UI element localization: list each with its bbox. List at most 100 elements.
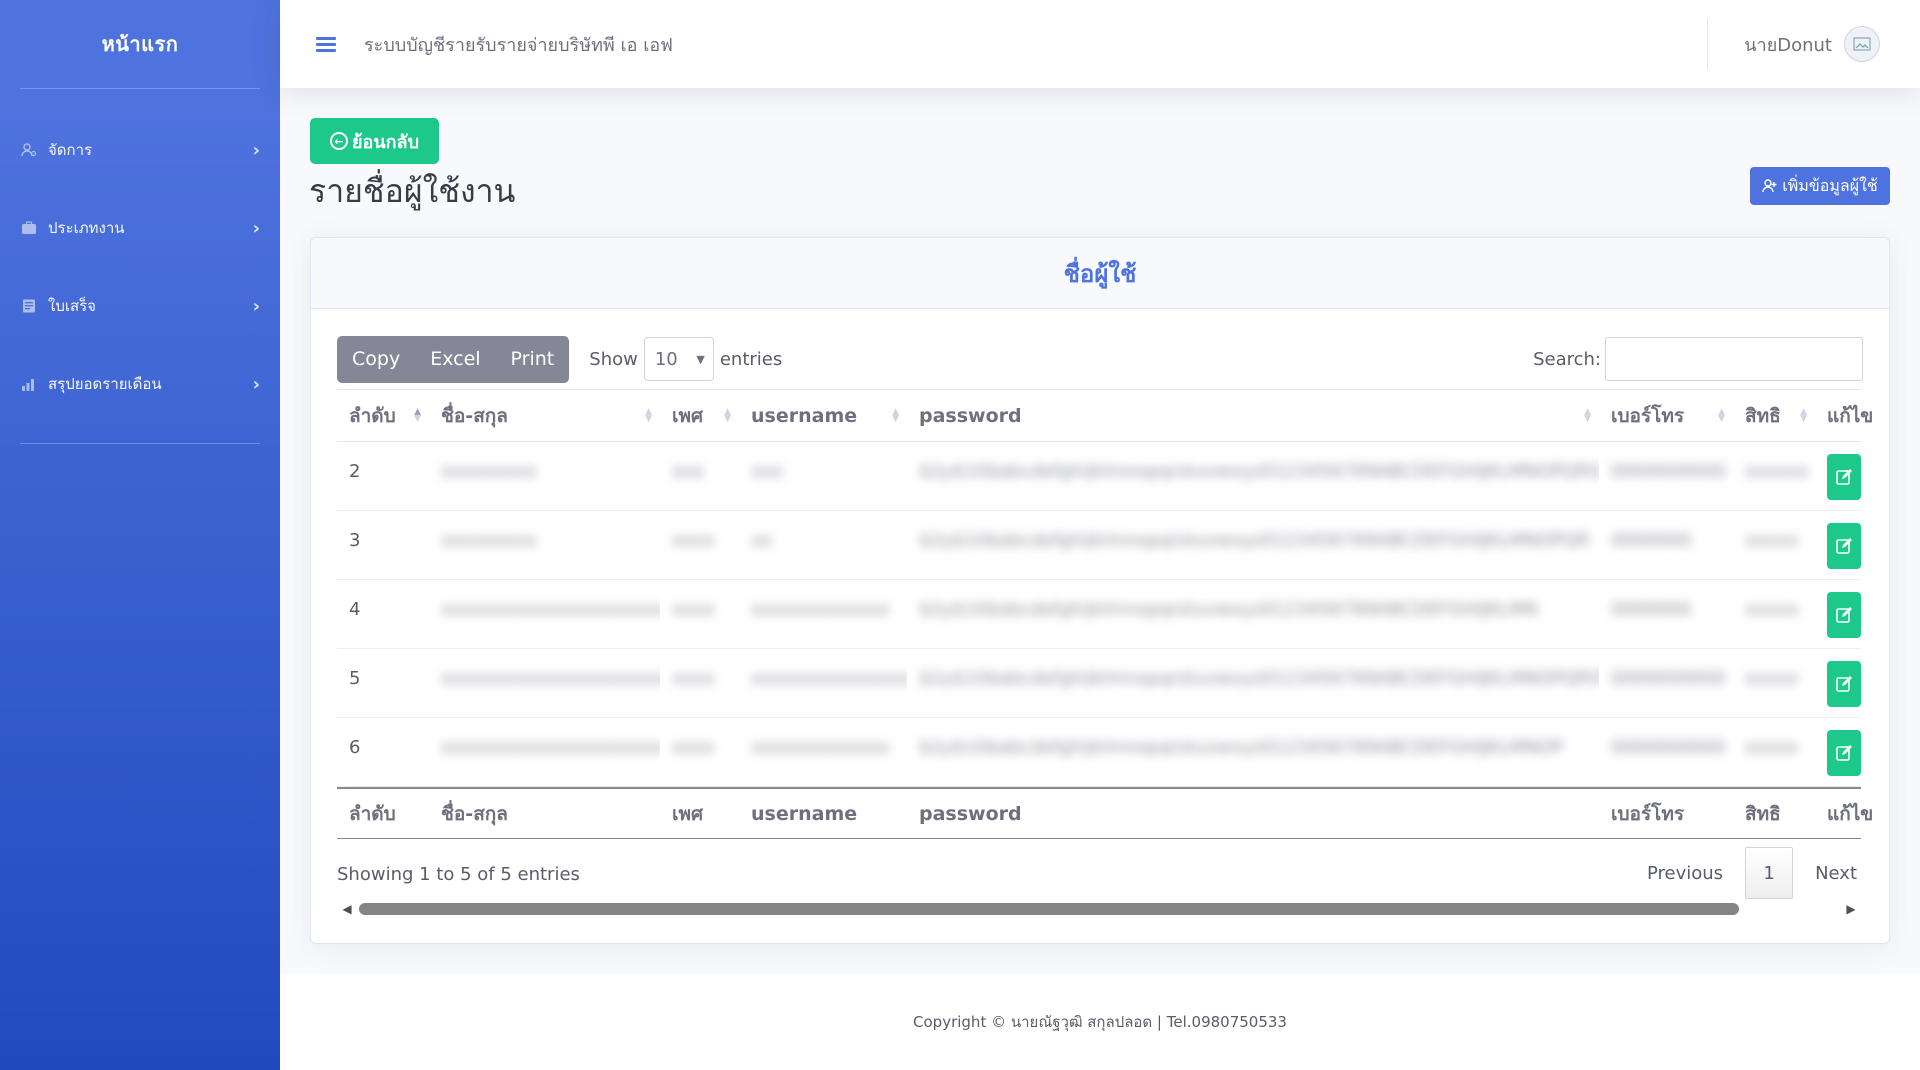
column-footer-gender: เพศ (672, 802, 704, 825)
sidebar: หน้าแรก จัดการ › ประเภทงาน › ใบเสร็จ › ส… (0, 0, 280, 1070)
add-user-button-label: เพิ่มข้อมูลผู้ใช้ (1782, 175, 1878, 195)
cell-value: $2y$10$abcdefghijklmnopqrstuvwxyz0123456… (919, 530, 1590, 551)
table-info: Showing 1 to 5 of 5 entries (337, 864, 580, 885)
column-header-name[interactable]: ชื่อ-สกุล ▲ ▼ (429, 401, 660, 431)
user-name[interactable]: นายDonut (1744, 30, 1832, 59)
excel-button[interactable]: Excel (415, 336, 495, 383)
edit-button[interactable] (1827, 523, 1861, 569)
table-row: 5 xxxxxxxxxxxxxxxxxxxxx xxxx xxxxxxxxxxxxxx… (337, 649, 1861, 718)
cell-value: 0000000000 (1611, 461, 1726, 482)
column-header-password[interactable]: password ▲ ▼ (907, 405, 1599, 427)
cell-value: xxxxx (1745, 599, 1799, 620)
search-input[interactable] (1605, 337, 1863, 381)
column-header-label: ชื่อ-สกุล (441, 404, 508, 427)
cell-value: 0000000000 (1611, 737, 1726, 758)
cell-value: 0000000 (1611, 599, 1692, 620)
sidebar-item-manage[interactable]: จัดการ › (0, 111, 280, 189)
table-footer-row: ลำดับ ชื่อ-สกุล เพศ username password เบ… (337, 787, 1873, 839)
cell-value: xxxxx (1745, 668, 1799, 689)
horizontal-scrollbar[interactable]: ◀ ▶ (337, 899, 1861, 919)
sidebar-brand[interactable]: หน้าแรก (0, 0, 280, 88)
scroll-left-icon[interactable]: ◀ (337, 902, 357, 916)
show-label: Show (589, 348, 638, 370)
edit-button[interactable] (1827, 661, 1861, 707)
column-header-phone[interactable]: เบอร์โทร ▲ ▼ (1599, 401, 1733, 431)
cell-value: 6 (349, 737, 361, 758)
print-button[interactable]: Print (496, 336, 570, 383)
next-page-button[interactable]: Next (1803, 847, 1869, 899)
column-header-no[interactable]: ลำดับ ▲ ▼ (337, 401, 429, 431)
edit-icon (1836, 538, 1852, 554)
pagination: Previous 1 Next (1635, 847, 1869, 899)
users-card: ชื่อผู้ใช้ Copy Excel Print Show 10 ▼ en… (310, 237, 1890, 944)
user-plus-icon (1762, 179, 1777, 193)
cell-value: xxxxxx (1745, 461, 1809, 482)
cell-role: xxxxx (1733, 511, 1815, 579)
cell-value: xxxxx (1745, 530, 1799, 551)
scroll-right-icon[interactable]: ▶ (1841, 902, 1861, 916)
column-header-role[interactable]: สิทธิ ▲ ▼ (1733, 401, 1815, 431)
broken-image-icon (1853, 37, 1871, 51)
edit-icon (1836, 469, 1852, 485)
cell-phone: 0000000000 (1599, 718, 1733, 786)
column-header-label: username (751, 404, 858, 427)
page-length-select[interactable]: 10 ▼ (643, 337, 714, 381)
cell-value: $2y$10$abcdefghijklmnopqrstuvwxyz0123456… (919, 599, 1538, 620)
edit-button[interactable] (1827, 592, 1861, 638)
menu-toggle-icon[interactable] (316, 34, 336, 55)
cell-gender: xxxx (660, 511, 739, 579)
topbar: ระบบบัญชีรายรับรายจ่ายบริษัทพี เอ เอฟ นา… (280, 0, 1920, 88)
briefcase-icon (20, 219, 38, 237)
table-row: 3 xxxxxxxxx xxxx xx $2y$10$abcdefghijklmnopq… (337, 511, 1861, 580)
sidebar-item-job-type[interactable]: ประเภทงาน › (0, 189, 280, 267)
cell-value: 0000000 (1611, 530, 1692, 551)
scrollbar-track[interactable] (357, 903, 1841, 915)
cell-phone: 0000000 (1599, 580, 1733, 648)
column-header-label: แก้ไข (1827, 404, 1874, 427)
sidebar-item-receipt[interactable]: ใบเสร็จ › (0, 267, 280, 345)
copy-button[interactable]: Copy (337, 336, 415, 383)
system-title: ระบบบัญชีรายรับรายจ่ายบริษัทพี เอ เอฟ (364, 34, 673, 56)
sidebar-item-label: ประเภทงาน (48, 219, 125, 237)
sort-icon: ▲ ▼ (892, 406, 899, 424)
cell-name: xxxxxxxxxxxxxxxxxxxxx (429, 580, 660, 648)
previous-page-button[interactable]: Previous (1635, 847, 1735, 899)
cell-no: 2 (337, 442, 429, 510)
cell-value: xxxxxxxxxxxxxxx (751, 668, 907, 689)
back-button[interactable]: ← ย้อนกลับ (310, 118, 439, 164)
cell-name: xxxxxxxxxxxxxxxxxxxxxxxxx (429, 649, 660, 717)
cell-value: 5 (349, 668, 361, 689)
cell-password: $2y$10$abcdefghijklmnopqrstuvwxyz0123456… (907, 718, 1599, 786)
cell-username: xxxxxxxxxxxxx (739, 718, 907, 786)
cell-role: xxxxx (1733, 718, 1815, 786)
column-header-gender[interactable]: เพศ ▲ ▼ (660, 401, 739, 431)
column-header-edit: แก้ไข (1815, 401, 1873, 431)
cell-password: $2y$10$abcdefghijklmnopqrstuvwxyz0123456… (907, 580, 1599, 648)
search-control: Search: (1533, 337, 1863, 381)
avatar[interactable] (1844, 26, 1880, 62)
topbar-divider (1707, 19, 1709, 69)
column-header-label: ลำดับ (349, 404, 396, 427)
cell-no: 6 (337, 718, 429, 786)
cell-password: $2y$10$abcdefghijklmnopqrstuvwxyz0123456… (907, 511, 1599, 579)
add-user-button[interactable]: เพิ่มข้อมูลผู้ใช้ (1750, 167, 1890, 205)
cell-no: 5 (337, 649, 429, 717)
sidebar-item-monthly-summary[interactable]: สรุปยอดรายเดือน › (0, 345, 280, 423)
scrollbar-thumb[interactable] (359, 903, 1739, 915)
cell-edit (1815, 442, 1861, 510)
table-row: 4 xxxxxxxxxxxxxxxxxxxxx xxxx xxxxxxxxxxxxx $… (337, 580, 1861, 649)
column-footer-password: password (919, 802, 1022, 825)
edit-icon (1836, 676, 1852, 692)
chevron-right-icon: › (252, 217, 260, 239)
chevron-right-icon: › (252, 373, 260, 395)
edit-button[interactable] (1827, 454, 1861, 500)
cell-value: xxxx (672, 599, 715, 620)
cell-value: 0000000000 (1611, 668, 1726, 689)
edit-button[interactable] (1827, 730, 1861, 776)
cell-value: 3 (349, 530, 361, 551)
column-header-username[interactable]: username ▲ ▼ (739, 405, 907, 427)
page-button-current[interactable]: 1 (1745, 847, 1794, 899)
edit-icon (1836, 745, 1852, 761)
chevron-right-icon: › (252, 139, 260, 161)
cell-value: xxxx (672, 668, 715, 689)
